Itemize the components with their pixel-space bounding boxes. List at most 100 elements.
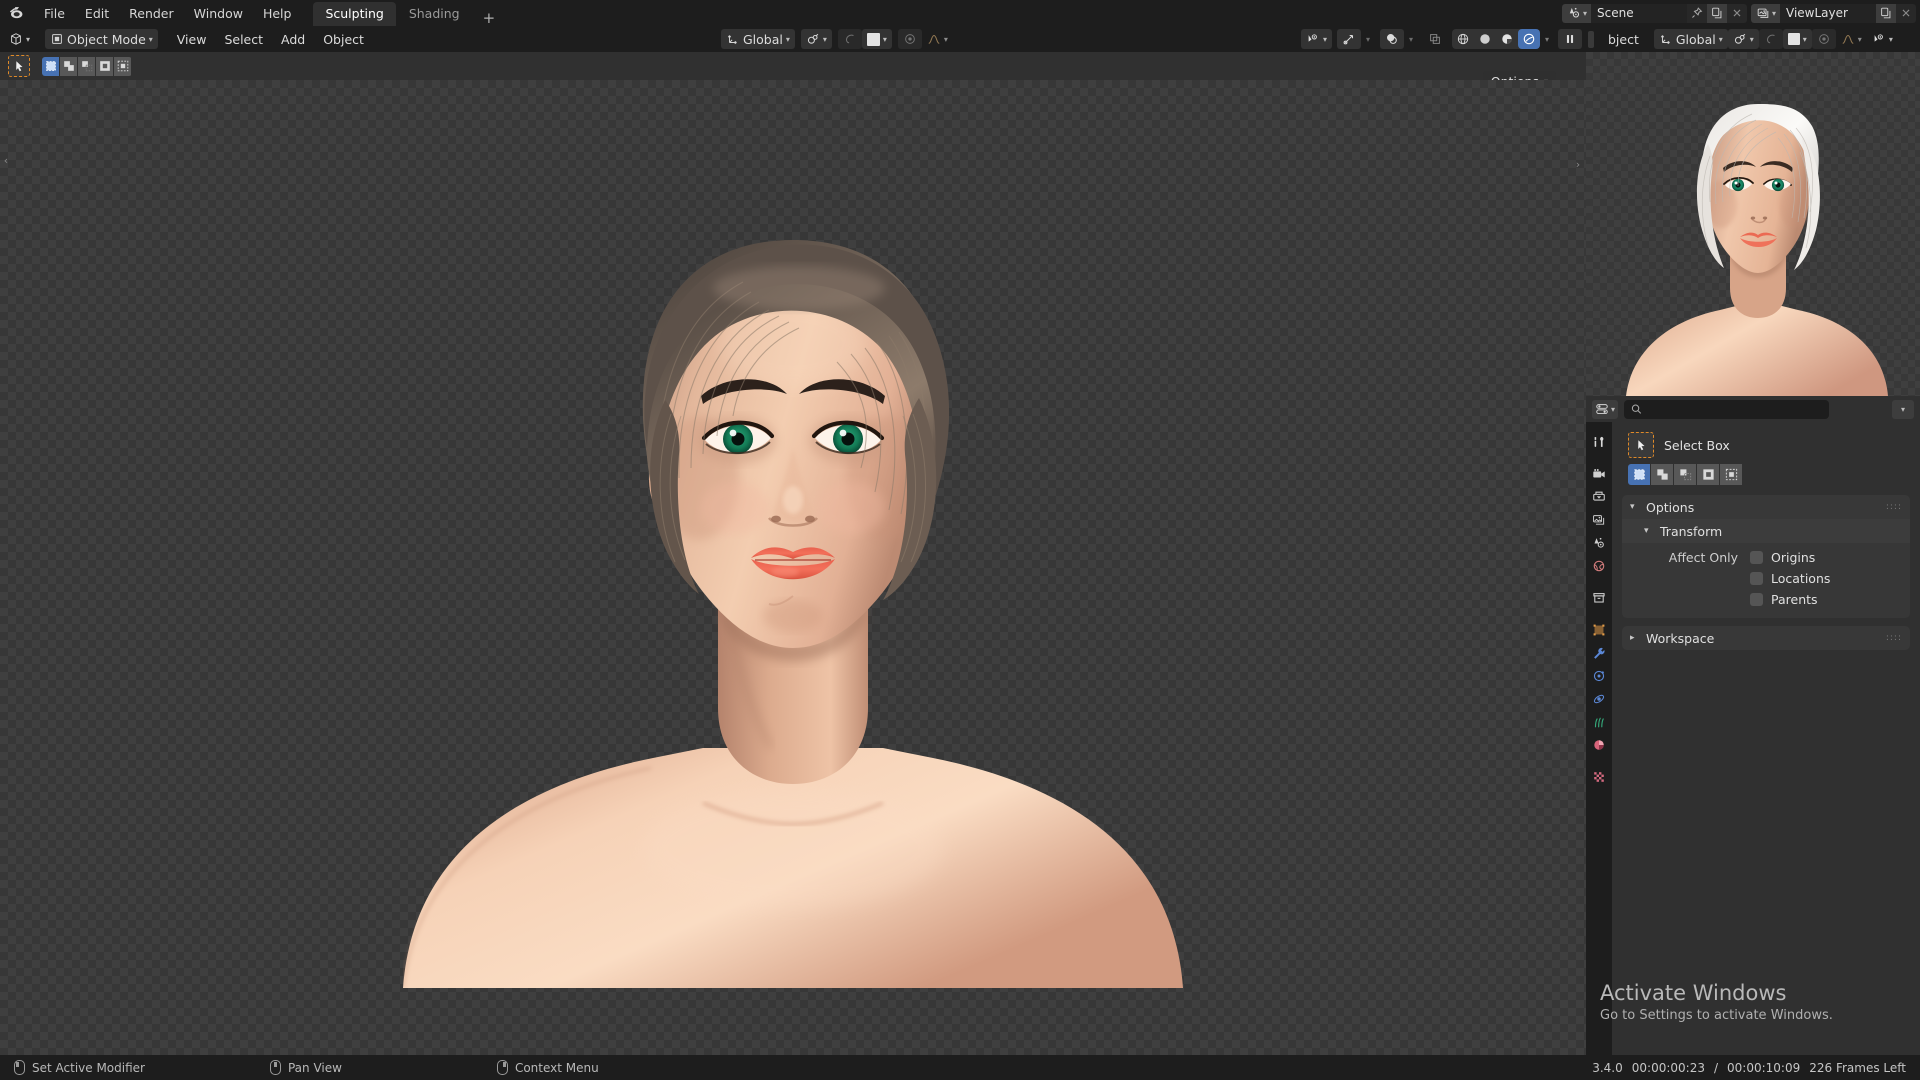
properties-tab-view-layer[interactable] xyxy=(1586,508,1612,531)
properties-tab-collection[interactable] xyxy=(1586,586,1612,609)
select-invert-icon[interactable] xyxy=(1697,464,1719,485)
select-intersect-icon[interactable] xyxy=(114,56,131,76)
select-subtract-icon[interactable] xyxy=(1674,464,1696,485)
snap-icon[interactable]: ▾ xyxy=(800,29,832,49)
preview-viewport[interactable] xyxy=(1586,52,1920,396)
editor-type-3dview-icon[interactable]: ▾ xyxy=(4,29,35,49)
viewport-menu-object[interactable]: Object xyxy=(314,29,373,50)
second-viewport-object-menu[interactable]: bject xyxy=(1599,29,1648,50)
select-box-cursor-icon[interactable] xyxy=(1628,432,1654,458)
unlink-scene-button[interactable] xyxy=(1727,4,1747,23)
select-set-icon[interactable] xyxy=(1628,464,1650,485)
viewport-canvas[interactable]: ‹ › xyxy=(0,80,1586,1055)
pause-icon[interactable] xyxy=(1558,29,1582,49)
pivot-icon[interactable] xyxy=(897,29,922,49)
viewport-menu-select[interactable]: Select xyxy=(215,29,272,50)
overlays-dropdown[interactable]: ▾ xyxy=(1404,29,1418,49)
select-intersect-icon[interactable] xyxy=(1720,464,1742,485)
second-snap-icon[interactable]: ▾ xyxy=(1727,29,1759,49)
properties-tab-render[interactable] xyxy=(1586,462,1612,485)
workspace-tab-sculpting[interactable]: Sculpting xyxy=(313,2,396,26)
properties-tab-material[interactable] xyxy=(1586,733,1612,756)
shading-rendered-icon[interactable] xyxy=(1517,29,1540,49)
viewport-left-edge-arrow[interactable]: ‹ xyxy=(0,140,12,180)
properties-tab-modifiers[interactable] xyxy=(1586,641,1612,664)
properties-tab-texture[interactable] xyxy=(1586,765,1612,788)
3d-viewport[interactable]: ▾ Object Mode ▾ View Select Add Object G… xyxy=(0,26,1586,1055)
area-grabber[interactable] xyxy=(1588,30,1594,48)
select-box-cursor-icon[interactable] xyxy=(8,55,30,77)
chevron-down-icon: ▾ xyxy=(1644,526,1649,536)
status-hint-right-label: Context Menu xyxy=(514,1060,599,1075)
new-view-layer-button[interactable] xyxy=(1876,3,1896,23)
second-falloff-smooth-icon[interactable]: ▾ xyxy=(1836,29,1867,49)
checkbox-origins[interactable] xyxy=(1750,551,1763,564)
scene-name-field[interactable]: Scene xyxy=(1590,3,1687,23)
select-set-icon[interactable] xyxy=(42,56,59,76)
checkbox-parents[interactable] xyxy=(1750,593,1763,606)
properties-tab-scene[interactable] xyxy=(1586,531,1612,554)
shading-dropdown[interactable]: ▾ xyxy=(1540,29,1554,49)
second-visibility-icon[interactable]: ▾ xyxy=(1867,29,1898,49)
grip-dots-icon[interactable]: :::: xyxy=(1886,634,1902,643)
shading-material-icon[interactable] xyxy=(1496,29,1518,49)
blender-window: File Edit Render Window Help Sculpting S… xyxy=(0,0,1920,1080)
menu-file[interactable]: File xyxy=(34,3,75,24)
gizmo-dropdown[interactable]: ▾ xyxy=(1361,29,1375,49)
proportional-falloff-selector[interactable]: ▾ xyxy=(861,29,892,49)
select-subtract-icon[interactable] xyxy=(78,56,95,76)
visibility-icon[interactable]: ▾ xyxy=(1300,29,1332,49)
properties-tab-particles[interactable] xyxy=(1586,664,1612,687)
second-pivot-icon[interactable] xyxy=(1811,29,1836,49)
menu-edit[interactable]: Edit xyxy=(75,3,119,24)
second-falloff-swatch[interactable]: ▾ xyxy=(1782,29,1812,49)
second-proportional-icon[interactable] xyxy=(1758,29,1783,49)
falloff-smooth-icon[interactable]: ▾ xyxy=(922,29,953,49)
view-layer-selector[interactable]: ▾ ViewLayer xyxy=(1750,3,1916,23)
pin-icon[interactable] xyxy=(1687,4,1707,23)
add-workspace-button[interactable]: + xyxy=(473,11,506,26)
editor-type-properties-icon[interactable]: ▾ xyxy=(1592,399,1619,419)
xray-icon[interactable] xyxy=(1423,29,1447,49)
panel-options-header[interactable]: ▾ Options :::: xyxy=(1622,495,1910,519)
properties-search-box[interactable] xyxy=(1624,399,1830,419)
mode-selector[interactable]: Object Mode ▾ xyxy=(45,29,158,49)
properties-tab-world[interactable] xyxy=(1586,554,1612,577)
scene-selector[interactable]: ▾ Scene xyxy=(1561,3,1747,23)
second-orientation-selector[interactable]: Global ▾ xyxy=(1653,29,1728,49)
menu-render[interactable]: Render xyxy=(119,3,184,24)
properties-filter-button[interactable]: ▾ xyxy=(1892,399,1914,419)
workspace-tab-shading[interactable]: Shading xyxy=(397,2,472,26)
shading-wireframe-icon[interactable] xyxy=(1452,29,1474,49)
unlink-view-layer-button[interactable] xyxy=(1896,4,1916,23)
panel-workspace-header[interactable]: ▸ Workspace :::: xyxy=(1622,626,1910,650)
view-layer-name-field[interactable]: ViewLayer xyxy=(1780,3,1876,23)
gizmo-icon[interactable] xyxy=(1336,29,1361,49)
properties-tab-output[interactable] xyxy=(1586,485,1612,508)
shading-solid-icon[interactable] xyxy=(1474,29,1496,49)
properties-tab-tool[interactable] xyxy=(1586,430,1612,453)
overlays-icon[interactable] xyxy=(1379,29,1404,49)
transform-orientation-selector[interactable]: Global ▾ xyxy=(720,29,795,49)
properties-tab-object-constraints[interactable] xyxy=(1586,710,1612,733)
select-invert-icon[interactable] xyxy=(96,56,113,76)
select-extend-icon[interactable] xyxy=(60,56,77,76)
viewport-menu-add[interactable]: Add xyxy=(272,29,314,50)
checkbox-locations[interactable] xyxy=(1750,572,1763,585)
menu-help[interactable]: Help xyxy=(253,3,302,24)
new-scene-button[interactable] xyxy=(1706,3,1727,23)
view-layer-icon[interactable]: ▾ xyxy=(1750,3,1780,23)
select-extend-icon[interactable] xyxy=(1651,464,1673,485)
menu-window[interactable]: Window xyxy=(184,3,253,24)
viewport-right-edge-arrow[interactable]: › xyxy=(1572,144,1584,184)
blender-logo-icon[interactable] xyxy=(0,4,34,22)
properties-tab-physics[interactable] xyxy=(1586,687,1612,710)
scene-icon[interactable]: ▾ xyxy=(1561,3,1591,23)
properties-tab-object[interactable] xyxy=(1586,618,1612,641)
panel-transform-header[interactable]: ▾ Transform xyxy=(1622,519,1910,543)
properties-search-input[interactable] xyxy=(1647,402,1824,416)
grip-dots-icon[interactable]: :::: xyxy=(1886,503,1902,512)
proportional-editing-toggle[interactable] xyxy=(837,29,862,49)
preview-canvas[interactable] xyxy=(1586,52,1920,396)
viewport-menu-view[interactable]: View xyxy=(168,29,216,50)
